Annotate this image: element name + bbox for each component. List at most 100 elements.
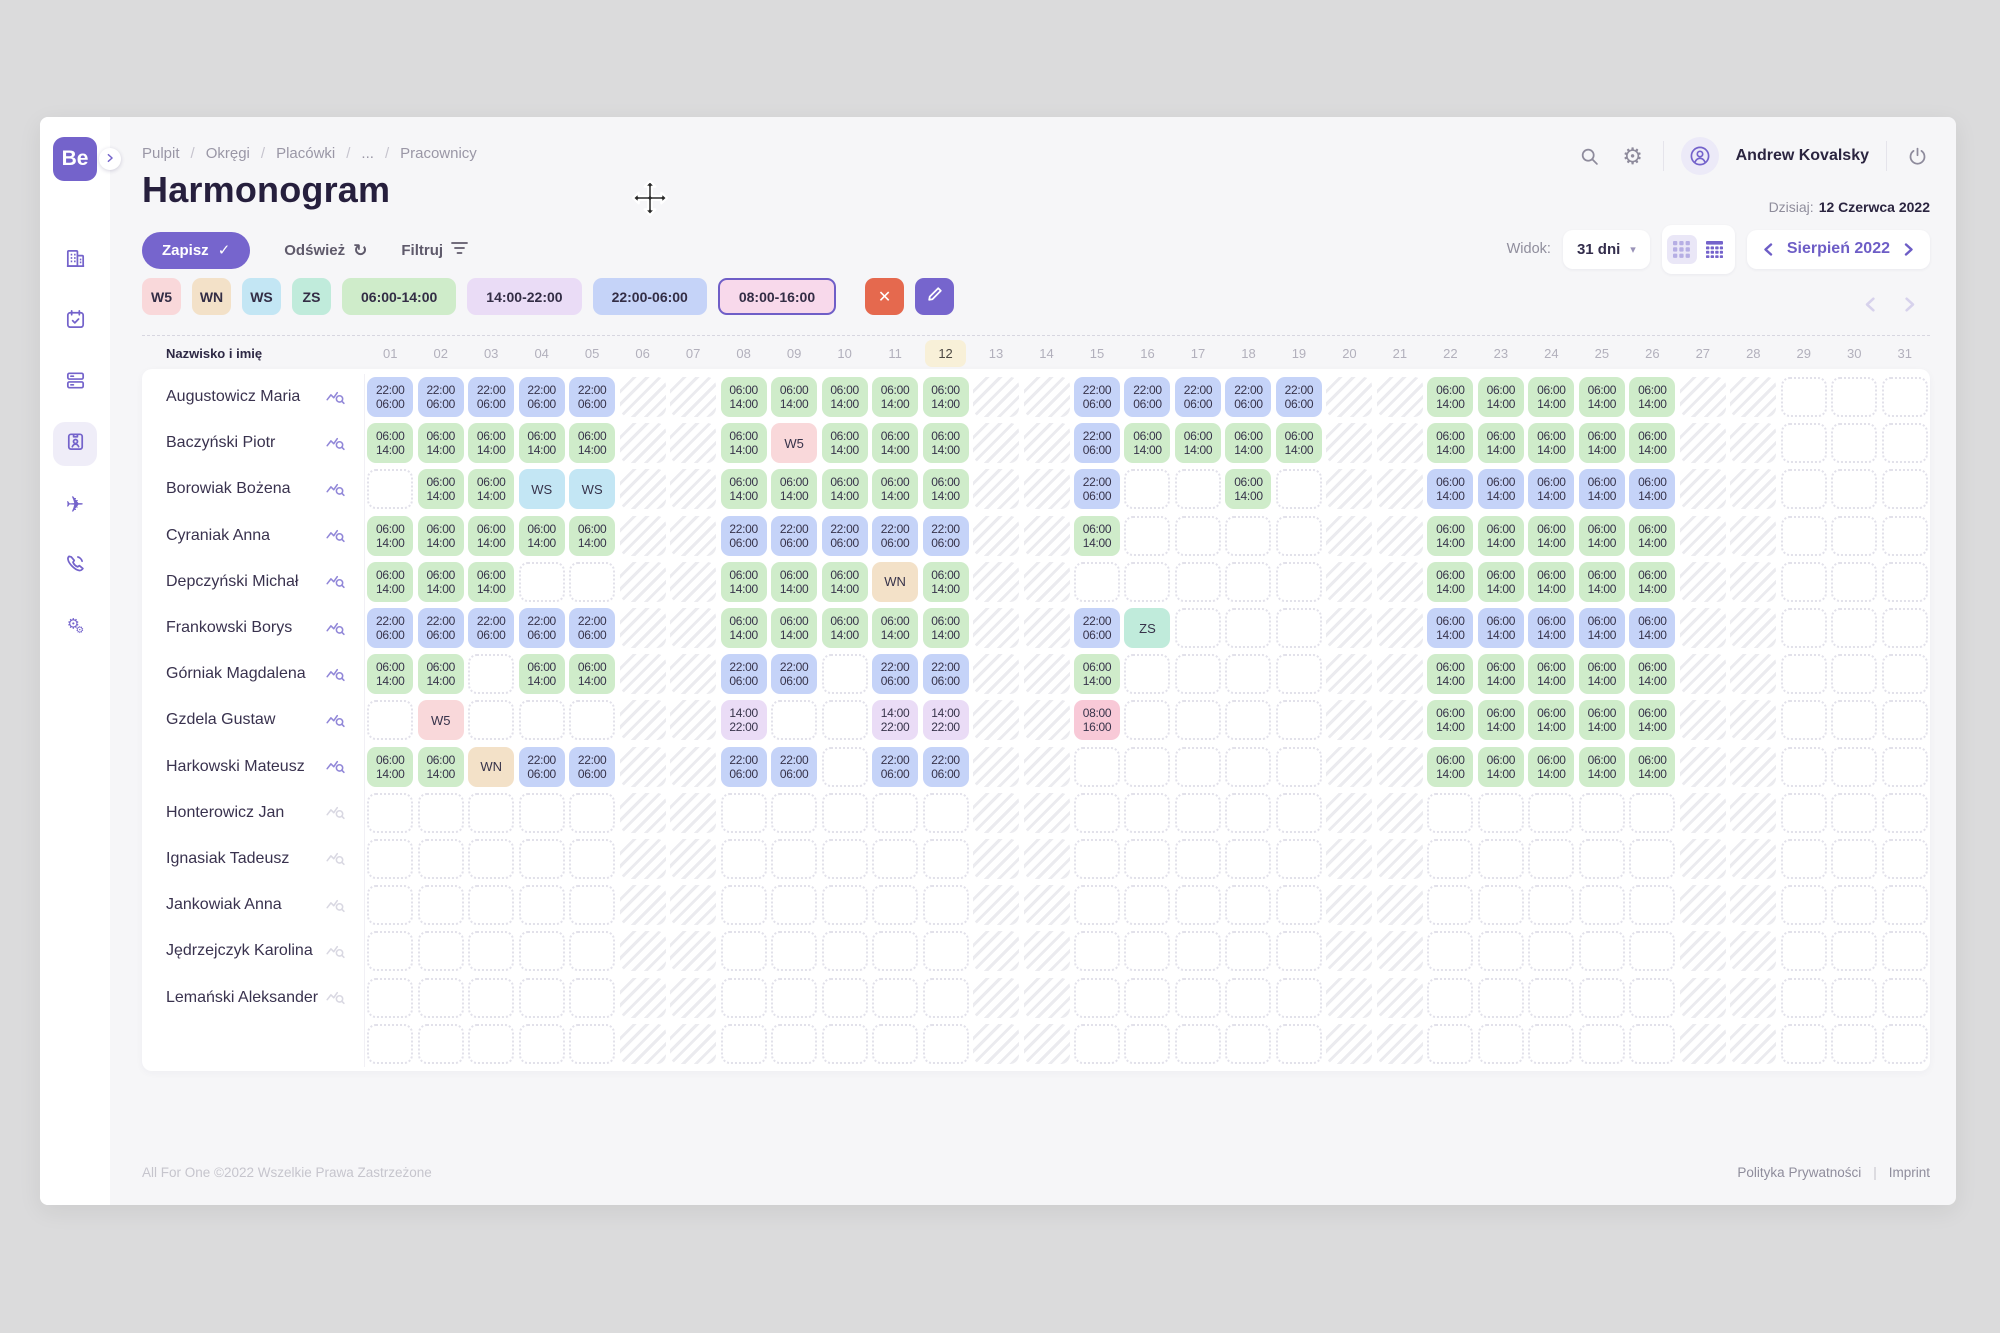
empty-cell[interactable] (1225, 839, 1271, 879)
empty-cell[interactable] (519, 700, 565, 740)
sidebar-expand-button[interactable] (99, 148, 121, 170)
schedule-cell[interactable]: 22:0006:00 (721, 516, 767, 556)
empty-cell[interactable] (1831, 423, 1877, 463)
schedule-cell[interactable]: 06:0014:00 (1478, 654, 1524, 694)
schedule-cell[interactable]: 06:0014:00 (1579, 469, 1625, 509)
empty-cell[interactable] (367, 839, 413, 879)
schedule-cell[interactable]: 06:0014:00 (771, 608, 817, 648)
schedule-cell[interactable]: 06:0014:00 (721, 423, 767, 463)
schedule-cell[interactable]: 06:0014:00 (1276, 423, 1322, 463)
empty-cell[interactable] (1074, 562, 1120, 602)
range-select[interactable]: 31 dni ▾ (1563, 230, 1650, 269)
sidebar-item-contact[interactable] (53, 544, 97, 588)
empty-cell[interactable] (923, 1024, 969, 1064)
empty-cell[interactable] (1781, 978, 1827, 1018)
schedule-cell[interactable]: 06:0014:00 (1528, 516, 1574, 556)
schedule-cell[interactable]: 06:0014:00 (923, 377, 969, 417)
schedule-cell[interactable]: 06:0014:00 (822, 377, 868, 417)
schedule-cell[interactable]: 06:0014:00 (923, 562, 969, 602)
schedule-cell[interactable]: 06:0014:00 (468, 562, 514, 602)
empty-cell[interactable] (1225, 700, 1271, 740)
empty-cell[interactable] (569, 793, 615, 833)
schedule-cell[interactable]: 06:0014:00 (367, 562, 413, 602)
empty-cell[interactable] (1276, 562, 1322, 602)
empty-cell[interactable] (468, 931, 514, 971)
schedule-cell[interactable]: 06:0014:00 (418, 469, 464, 509)
empty-cell[interactable] (468, 700, 514, 740)
schedule-cell[interactable]: 06:0014:00 (1579, 608, 1625, 648)
schedule-cell[interactable]: 06:0014:00 (721, 469, 767, 509)
employee-stats-icon[interactable] (325, 571, 346, 592)
schedule-cell[interactable]: 06:0014:00 (1478, 747, 1524, 787)
employee-stats-icon[interactable] (325, 433, 346, 454)
empty-cell[interactable] (1225, 654, 1271, 694)
empty-cell[interactable] (1528, 839, 1574, 879)
empty-cell[interactable] (1882, 931, 1928, 971)
empty-cell[interactable] (1831, 700, 1877, 740)
empty-cell[interactable] (1629, 1024, 1675, 1064)
schedule-cell[interactable]: 22:0006:00 (872, 747, 918, 787)
schedule-cell[interactable]: 22:0006:00 (771, 654, 817, 694)
schedule-cell[interactable]: 22:0006:00 (1074, 423, 1120, 463)
empty-cell[interactable] (468, 793, 514, 833)
footer-link[interactable]: Polityka Prywatności (1737, 1165, 1861, 1180)
empty-cell[interactable] (1579, 931, 1625, 971)
schedule-cell[interactable]: WN (872, 562, 918, 602)
empty-cell[interactable] (1882, 747, 1928, 787)
empty-cell[interactable] (1781, 931, 1827, 971)
empty-cell[interactable] (1276, 793, 1322, 833)
empty-cell[interactable] (1882, 377, 1928, 417)
empty-cell[interactable] (1175, 978, 1221, 1018)
schedule-cell[interactable]: 06:0014:00 (1427, 377, 1473, 417)
schedule-cell[interactable]: 22:0006:00 (923, 747, 969, 787)
schedule-cell[interactable]: 14:0022:00 (721, 700, 767, 740)
breadcrumb-item[interactable]: Okręgi (206, 145, 250, 162)
schedule-cell[interactable]: 06:0014:00 (1528, 423, 1574, 463)
empty-cell[interactable] (1478, 1024, 1524, 1064)
empty-cell[interactable] (418, 793, 464, 833)
empty-cell[interactable] (872, 931, 918, 971)
empty-cell[interactable] (1276, 747, 1322, 787)
empty-cell[interactable] (1225, 747, 1271, 787)
empty-cell[interactable] (1124, 654, 1170, 694)
empty-cell[interactable] (1175, 608, 1221, 648)
schedule-cell[interactable]: 06:0014:00 (872, 423, 918, 463)
empty-cell[interactable] (822, 654, 868, 694)
schedule-cell[interactable]: 22:0006:00 (721, 747, 767, 787)
schedule-cell[interactable]: 06:0014:00 (1579, 747, 1625, 787)
employee-stats-icon[interactable] (325, 618, 346, 639)
empty-cell[interactable] (1882, 978, 1928, 1018)
schedule-cell[interactable]: 22:0006:00 (519, 608, 565, 648)
search-icon[interactable] (1577, 143, 1603, 169)
schedule-cell[interactable]: 06:0014:00 (1427, 423, 1473, 463)
schedule-cell[interactable]: 06:0014:00 (822, 608, 868, 648)
empty-cell[interactable] (519, 793, 565, 833)
empty-cell[interactable] (468, 978, 514, 1018)
schedule-cell[interactable]: 22:0006:00 (771, 516, 817, 556)
empty-cell[interactable] (1882, 793, 1928, 833)
empty-cell[interactable] (1124, 747, 1170, 787)
schedule-cell[interactable]: W5 (418, 700, 464, 740)
empty-cell[interactable] (569, 931, 615, 971)
schedule-cell[interactable]: 06:0014:00 (771, 469, 817, 509)
empty-cell[interactable] (1831, 377, 1877, 417)
schedule-cell[interactable]: 06:0014:00 (468, 469, 514, 509)
schedule-cell[interactable]: 06:0014:00 (923, 469, 969, 509)
empty-cell[interactable] (1225, 793, 1271, 833)
empty-cell[interactable] (1074, 747, 1120, 787)
schedule-cell[interactable]: 06:0014:00 (468, 423, 514, 463)
empty-cell[interactable] (872, 1024, 918, 1064)
empty-cell[interactable] (1276, 700, 1322, 740)
schedule-cell[interactable]: 06:0014:00 (1124, 423, 1170, 463)
schedule-cell[interactable]: 22:0006:00 (872, 516, 918, 556)
legend-chip-P[interactable]: 14:00-22:00 (467, 278, 581, 315)
empty-cell[interactable] (1175, 747, 1221, 787)
empty-cell[interactable] (367, 978, 413, 1018)
table-view-toggle[interactable] (1700, 235, 1730, 264)
employee-stats-icon[interactable] (325, 941, 346, 962)
empty-cell[interactable] (1528, 931, 1574, 971)
empty-cell[interactable] (1781, 516, 1827, 556)
empty-cell[interactable] (468, 839, 514, 879)
schedule-cell[interactable]: 22:0006:00 (367, 377, 413, 417)
legend-chip-WN[interactable]: WN (192, 278, 231, 315)
